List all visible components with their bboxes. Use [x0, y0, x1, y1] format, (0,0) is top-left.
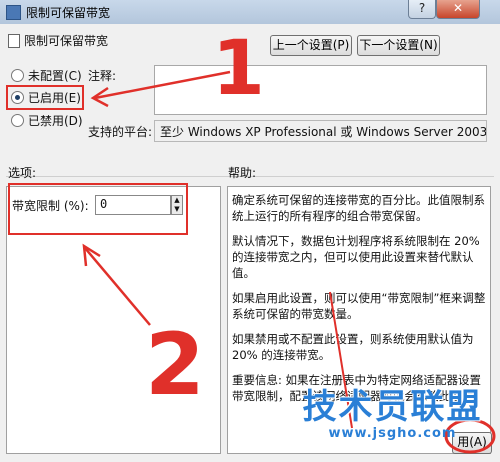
annotation-arrow-2 [84, 247, 151, 326]
annotation-arrow-1 [94, 70, 231, 100]
watermark-url: www.jsgho.com [328, 426, 457, 441]
watermark-title: 技术员联盟 [302, 387, 483, 427]
watermark: 技术员联盟 www.jsgho.com [300, 388, 485, 441]
policy-dialog: 限制可保留带宽 ? ✕ 限制可保留带宽 上一个设置(P) 下一个设置(N) 未配… [0, 0, 500, 462]
